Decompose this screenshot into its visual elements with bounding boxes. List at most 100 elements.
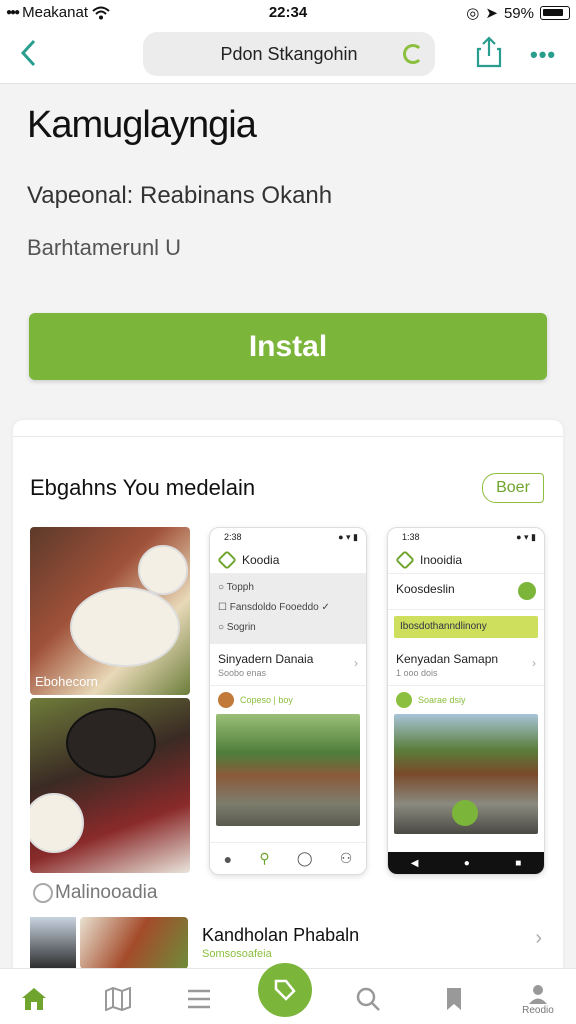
home-icon	[22, 988, 46, 1010]
share-button[interactable]	[476, 36, 502, 68]
phone-app-name: Koodia	[242, 552, 280, 567]
phone-list-row: Kenyadan Samapn 1 ooo dois ›	[388, 644, 544, 686]
food-caption-1: Ebohecorn	[35, 674, 98, 689]
phone-row-sub: Soobo enas	[218, 668, 267, 678]
phone-menu: ○ Topph ☐ Fansdoldo Fooeddo ✓ ○ Sogrin	[210, 574, 366, 644]
phone-status: 2:38 ● ▾ ▮	[210, 528, 366, 546]
phone-user-name: Soarae dsiy	[418, 695, 466, 705]
list-thumb-person	[30, 917, 76, 969]
list-item-title: Kandholan Phabaln	[202, 925, 360, 945]
more-button[interactable]: •••	[530, 42, 556, 68]
chevron-right-icon: ›	[354, 656, 358, 670]
check-icon	[518, 582, 536, 600]
profile-icon	[529, 984, 547, 1004]
food-pot	[66, 708, 156, 778]
phone-row-title: Sinyadern Danaia	[218, 652, 314, 666]
leaf-icon	[274, 979, 296, 1001]
phone-profile-icon: ⚇	[339, 850, 353, 866]
phone-avatar-icon: ●	[223, 850, 233, 867]
phone-tag-icon: ◯	[296, 850, 313, 866]
phone-user-name: Copeso | boy	[240, 695, 293, 705]
tab-profile[interactable]: Reodio	[518, 979, 558, 1019]
url-bar[interactable]: Pdon Stkangohin	[143, 32, 435, 76]
alarm-icon: ◎	[466, 5, 480, 22]
phone-photo	[216, 714, 360, 826]
app-logo-icon	[217, 549, 237, 570]
tab-saved[interactable]	[434, 979, 474, 1019]
tab-home[interactable]	[14, 979, 54, 1019]
more-dots-icon: •••	[530, 42, 557, 67]
food-image-1[interactable]	[30, 527, 190, 695]
phone-recent-icon: ■	[515, 857, 522, 869]
chevron-right-icon: ›	[535, 927, 542, 949]
list-item-subtitle: Somsosoafeia	[202, 948, 272, 960]
status-bar: ●●● Meakanat 22:34 ◎ ➤ 59%	[0, 0, 576, 26]
phone-signal-icon: ● ▾ ▮	[338, 532, 358, 542]
install-button[interactable]: Instal	[29, 313, 547, 380]
url-text: Pdon Stkangohin	[220, 43, 358, 64]
app-subtitle: Vapeonal: Reabinans Okanh	[27, 182, 333, 209]
phone-menu-item: ○ Topph	[218, 582, 254, 593]
tab-search[interactable]	[348, 979, 388, 1019]
phone-row-title: Koosdeslin	[396, 582, 455, 596]
phone-user-row: Soarae dsiy	[388, 686, 544, 714]
chevron-right-icon: ›	[532, 656, 536, 670]
food-bowl	[138, 545, 188, 595]
phone-photo	[394, 714, 538, 834]
phone-signal-icon: ● ▾ ▮	[516, 532, 536, 542]
list-item[interactable]: Kandholan Phabaln Somsosoafeia ›	[30, 917, 546, 969]
phone-menu-item: ☐ Fansdoldo Fooeddo ✓	[218, 602, 330, 613]
see-more-button[interactable]: Boer	[482, 473, 544, 503]
app-meta: Barhtamerunl U	[27, 235, 182, 260]
tab-map[interactable]	[98, 979, 138, 1019]
share-icon	[476, 36, 502, 68]
scan-button[interactable]	[258, 963, 312, 1017]
phone-tabbar: ● ⚲ ◯ ⚇	[210, 842, 366, 874]
food-caption-2-text: Malinooadia	[55, 882, 158, 903]
phone-menu-item: ○ Sogrin	[218, 622, 256, 633]
search-icon	[356, 987, 380, 1011]
food-plate	[70, 587, 180, 667]
tab-list[interactable]	[179, 979, 219, 1019]
back-button[interactable]	[14, 38, 42, 68]
screenshot-phone-2[interactable]: 1:38 ● ▾ ▮ Inooidia Koosdeslin Ibosdothan…	[387, 527, 545, 875]
battery-icon	[540, 6, 570, 20]
food-caption-2: Malinooadia	[33, 882, 157, 904]
status-right: ◎ ➤ 59%	[466, 4, 570, 22]
nav-bar: Pdon Stkangohin •••	[0, 26, 576, 84]
app-logo-icon	[395, 549, 415, 570]
bottom-tab-bar: Reodio	[0, 963, 576, 1024]
app-title: Kamuglayngia	[27, 104, 257, 146]
phone-header: Inooidia	[388, 546, 544, 574]
section-title: Ebgahns You medelain	[30, 475, 256, 500]
avatar	[396, 692, 412, 708]
tab-profile-label: Reodio	[522, 1004, 554, 1016]
phone-header: Koodia	[210, 546, 366, 574]
see-more-label: Boer	[496, 479, 530, 496]
phone-search-icon: ⚲	[259, 850, 270, 866]
phone-row-title: Kenyadan Samapn	[396, 652, 499, 666]
phone-list-row: Koosdeslin	[388, 574, 544, 610]
phone-list-row: Sinyadern Danaia Soobo enas ›	[210, 644, 366, 686]
map-icon	[105, 987, 131, 1011]
refresh-icon[interactable]	[403, 44, 423, 64]
phone-back-icon: ◀	[410, 857, 419, 869]
phone-time: 1:38	[402, 532, 420, 542]
phone-row-sub: 1 ooo dois	[396, 668, 438, 678]
menu-icon	[188, 989, 210, 1009]
phone-nav-bar: ◀ ● ■	[388, 852, 544, 874]
phone-app-name: Inooidia	[420, 552, 463, 567]
phone-user-row: Copeso | boy	[210, 686, 366, 714]
phone-status: 1:38 ● ▾ ▮	[388, 528, 544, 546]
location-icon: ➤	[485, 5, 498, 22]
card-divider	[13, 436, 563, 437]
phone-home-icon: ●	[463, 857, 470, 869]
phone-highlight: Ibosdothanndlinony	[394, 616, 538, 638]
phone-time: 2:38	[224, 532, 242, 542]
avatar	[218, 692, 234, 708]
screenshot-phone-1[interactable]: 2:38 ● ▾ ▮ Koodia ○ Topph ☐ Fansdoldo Foo…	[209, 527, 367, 875]
list-thumb-food	[80, 917, 188, 969]
food-image-2[interactable]	[30, 698, 190, 873]
play-icon	[452, 800, 478, 826]
bookmark-icon	[447, 988, 461, 1010]
